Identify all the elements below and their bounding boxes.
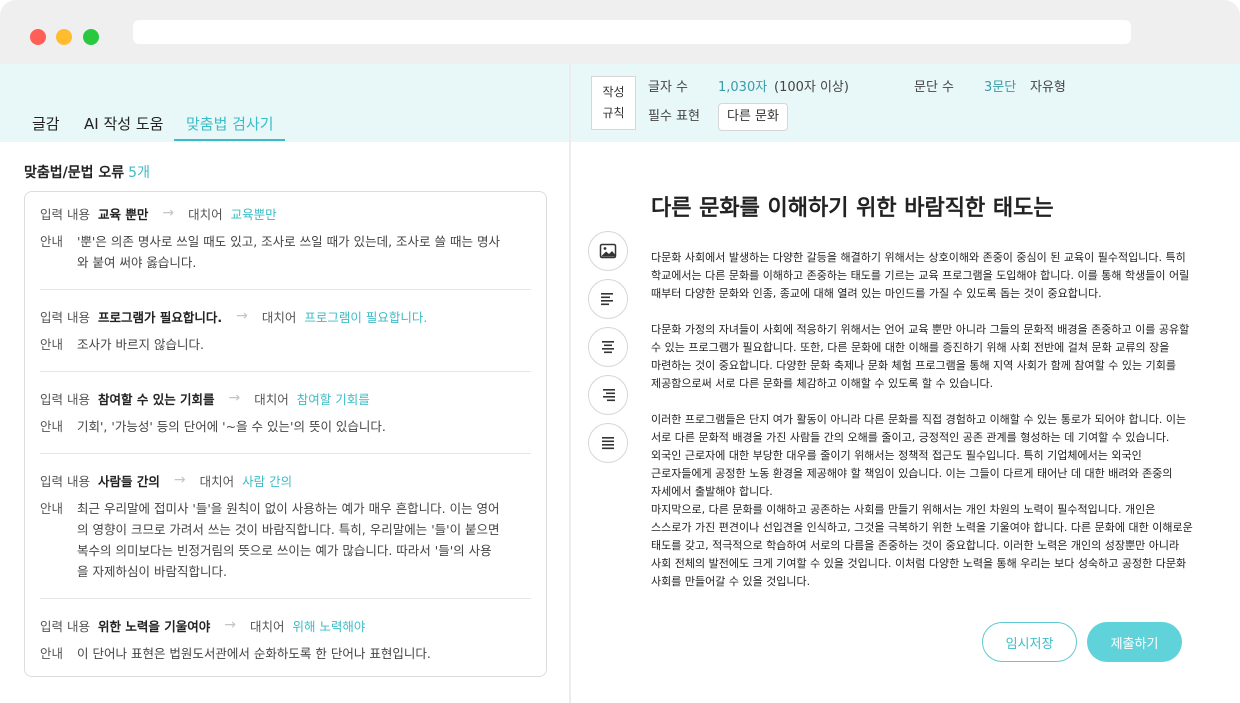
divider [40, 371, 531, 372]
suggestion-text[interactable]: 위해 노력해야 [292, 616, 365, 635]
insert-image-button[interactable] [588, 231, 628, 271]
suggestion-label: 대치어 [188, 206, 223, 222]
tab-spell-checker[interactable]: 맞춤법 검사기 [186, 113, 274, 134]
paragraph-3: 이러한 프로그램들은 단지 여가 활동이 아니라 다른 문화를 직접 경험하고 … [651, 413, 1187, 498]
tab-bar: 글감 AI 작성 도움 맞춤법 검사기 [0, 64, 569, 142]
active-tab-indicator [174, 139, 285, 141]
tab-topic[interactable]: 글감 [32, 113, 60, 134]
input-label: 입력 내용 [40, 618, 90, 634]
char-count-requirement: (100자 이상) [774, 80, 849, 95]
original-text: 참여할 수 있는 기회를 [97, 391, 215, 407]
right-panel: 작성 규칙 글자 수 1,030자 (100자 이상) 문단 수 3문단 자유형… [571, 64, 1240, 703]
align-left-button[interactable] [588, 279, 628, 319]
divider [40, 598, 531, 599]
align-right-button[interactable] [588, 375, 628, 415]
error-count: 5개 [128, 165, 150, 181]
save-draft-button[interactable]: 임시저장 [982, 622, 1077, 662]
align-left-icon [601, 293, 613, 306]
required-expression-chip: 다른 문화 [718, 103, 788, 131]
char-count-label: 글자 수 [648, 80, 689, 95]
arrow-right-icon: → [162, 205, 175, 221]
paragraph-4: 마지막으로, 다른 문화를 이해하고 공존하는 사회를 만들기 위해서는 개인 … [651, 503, 1193, 588]
minimize-window-button[interactable] [56, 29, 72, 45]
error-item: 입력 내용 참여할 수 있는 기회를 → 대치어 참여할 기회를 안내 기회',… [40, 388, 531, 437]
arrow-right-icon: → [236, 308, 248, 324]
suggestion-text[interactable]: 사람 간의 [242, 471, 292, 490]
suggestion-text[interactable]: 교육뿐만 [231, 204, 277, 223]
error-item: 입력 내용 프로그램가 필요합니다. → 대치어 프로그램이 필요합니다. 안내… [40, 306, 531, 355]
writing-rules-badge: 작성 규칙 [591, 76, 636, 130]
char-count-value: 1,030자 [718, 80, 768, 95]
submit-button[interactable]: 제출하기 [1087, 622, 1182, 662]
original-text: 사람들 간의 [97, 473, 160, 489]
error-section-title: 맞춤법/문법 오류 5개 [24, 162, 150, 182]
suggestion-text[interactable]: 프로그램이 필요합니다. [304, 307, 427, 326]
browser-titlebar [0, 0, 1240, 64]
guide-label: 안내 [40, 234, 64, 249]
paragraph-format: 자유형 [1030, 80, 1066, 95]
rules-badge-line1: 작성 [602, 85, 625, 99]
original-text: 프로그램가 필요합니다. [97, 309, 223, 325]
divider [40, 289, 531, 290]
guide-label: 안내 [40, 646, 64, 661]
original-text: 교육 뿐만 [97, 206, 149, 222]
align-justify-button[interactable] [588, 423, 628, 463]
required-expression-label: 필수 표현 [648, 109, 700, 124]
error-item: 입력 내용 교육 뿐만 → 대치어 교육뿐만 안내 '뿐'은 의존 명사로 쓰일… [40, 203, 531, 273]
guide-text: 이 단어나 표현은 법원도서관에서 순화하도록 한 단어나 표현입니다. [77, 646, 431, 661]
input-label: 입력 내용 [40, 206, 90, 222]
image-icon [599, 243, 617, 259]
writing-rules-bar: 작성 규칙 글자 수 1,030자 (100자 이상) 문단 수 3문단 자유형… [571, 64, 1240, 142]
align-center-icon [602, 341, 614, 354]
paragraph-count-label: 문단 수 [914, 80, 955, 95]
error-item: 입력 내용 위한 노력을 기울여야 → 대치어 위해 노력해야 안내 이 단어나… [40, 615, 531, 664]
input-label: 입력 내용 [40, 309, 90, 325]
input-label: 입력 내용 [40, 391, 90, 407]
close-window-button[interactable] [30, 29, 46, 45]
address-bar[interactable] [133, 20, 1131, 44]
error-title-text: 맞춤법/문법 오류 [24, 165, 125, 181]
left-panel: 글감 AI 작성 도움 맞춤법 검사기 맞춤법/문법 오류 5개 입력 내용 교육… [0, 64, 569, 703]
align-center-button[interactable] [588, 327, 628, 367]
guide-text: '뿐'은 의존 명사로 쓰일 때도 있고, 조사로 쓰일 때가 있는데, 조사로… [77, 234, 500, 270]
input-label: 입력 내용 [40, 473, 90, 489]
suggestion-label: 대치어 [261, 309, 297, 325]
arrow-right-icon: → [173, 472, 186, 488]
align-justify-icon [602, 437, 614, 450]
app-window: 글감 AI 작성 도움 맞춤법 검사기 맞춤법/문법 오류 5개 입력 내용 교육… [0, 0, 1240, 703]
paragraph-1: 다문화 사회에서 발생하는 다양한 갈등을 해결하기 위해서는 상호이해와 존중… [651, 251, 1190, 300]
tab-ai-writing-help[interactable]: AI 작성 도움 [84, 113, 163, 134]
guide-text: 기회', '가능성' 등의 단어에 '~을 수 있는'의 뜻이 있습니다. [77, 419, 386, 434]
arrow-right-icon: → [224, 617, 236, 633]
align-right-icon [603, 389, 615, 402]
guide-label: 안내 [40, 337, 64, 352]
suggestion-text[interactable]: 참여할 기회를 [297, 389, 370, 408]
arrow-right-icon: → [228, 390, 241, 406]
document-title: 다른 문화를 이해하기 위한 바람직한 태도는 [651, 196, 1054, 221]
suggestion-label: 대치어 [249, 618, 285, 634]
original-text: 위한 노력을 기울여야 [97, 618, 211, 634]
guide-text: 최근 우리말에 접미사 '들'을 원칙이 없이 사용하는 예가 매우 흔합니다.… [77, 501, 500, 579]
document-body[interactable]: 다문화 사회에서 발생하는 다양한 갈등을 해결하기 위해서는 상호이해와 존중… [651, 249, 1196, 591]
guide-label: 안내 [40, 501, 64, 516]
suggestion-label: 대치어 [199, 473, 235, 489]
maximize-window-button[interactable] [83, 29, 99, 45]
divider [40, 453, 531, 454]
rules-badge-line2: 규칙 [602, 106, 625, 120]
suggestion-label: 대치어 [254, 391, 289, 407]
error-item: 입력 내용 사람들 간의 → 대치어 사람 간의 안내 최근 우리말에 접미사 … [40, 470, 531, 582]
paragraph-2: 다문화 가정의 자녀들이 사회에 적응하기 위해서는 언어 교육 뿐만 아니라 … [651, 323, 1190, 390]
error-list: 입력 내용 교육 뿐만 → 대치어 교육뿐만 안내 '뿐'은 의존 명사로 쓰일… [24, 191, 547, 677]
paragraph-count-value: 3문단 [984, 80, 1017, 95]
guide-label: 안내 [40, 419, 64, 434]
guide-text: 조사가 바르지 않습니다. [77, 337, 204, 352]
